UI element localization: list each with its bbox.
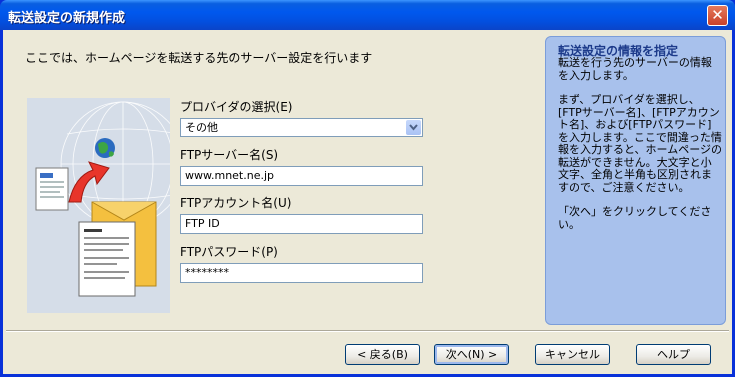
help-body: 転送を行う先のサーバーの情報を入力します。 まず、プロバイダを選択し、[FTPサ… [558, 56, 723, 243]
server-input[interactable]: www.mnet.ne.jp [180, 166, 423, 186]
dropdown-button[interactable] [406, 120, 421, 135]
help-paragraph: 転送を行う先のサーバーの情報を入力します。 [558, 56, 712, 82]
window-title: 転送設定の新規作成 [8, 11, 126, 26]
account-input[interactable]: FTP ID [180, 214, 423, 234]
account-label: FTPアカウント名(U) [180, 196, 292, 210]
provider-select[interactable]: その他 [180, 118, 423, 137]
help-paragraph: まず、プロバイダを選択し、[FTPサーバー名]、[FTPアカウント名]、および[… [558, 93, 723, 194]
close-icon: ✕ [711, 6, 724, 24]
help-paragraph: 「次へ」をクリックしてください。 [558, 205, 712, 231]
dialog-window: 転送設定の新規作成 ✕ ここでは、ホームページを転送する先のサーバー設定を行いま… [0, 0, 735, 377]
divider [6, 330, 729, 332]
provider-select-value: その他 [185, 121, 218, 134]
server-label: FTPサーバー名(S) [180, 148, 279, 162]
html-page-icon [35, 167, 69, 211]
ftp-upload-illustration [27, 98, 170, 313]
document-icon [78, 221, 136, 297]
help-panel: 転送設定の情報を指定 転送を行う先のサーバーの情報を入力します。 まず、プロバイ… [545, 36, 726, 325]
back-button[interactable]: < 戻る(B) [345, 344, 420, 365]
help-button[interactable]: ヘルプ [636, 344, 711, 365]
password-label: FTPパスワード(P) [180, 245, 278, 259]
provider-label: プロバイダの選択(E) [180, 100, 293, 114]
close-button[interactable]: ✕ [707, 5, 728, 26]
password-input[interactable]: ******** [180, 263, 423, 283]
cancel-button[interactable]: キャンセル [535, 344, 610, 365]
intro-text: ここでは、ホームページを転送する先のサーバー設定を行います [25, 51, 373, 65]
dialog-body: ここでは、ホームページを転送する先のサーバー設定を行います プロバイダの選択(E… [3, 30, 732, 374]
chevron-down-icon [409, 124, 418, 131]
next-button[interactable]: 次へ(N) > [434, 344, 509, 365]
globe-icon [95, 138, 115, 158]
title-bar[interactable]: 転送設定の新規作成 ✕ [0, 0, 735, 30]
